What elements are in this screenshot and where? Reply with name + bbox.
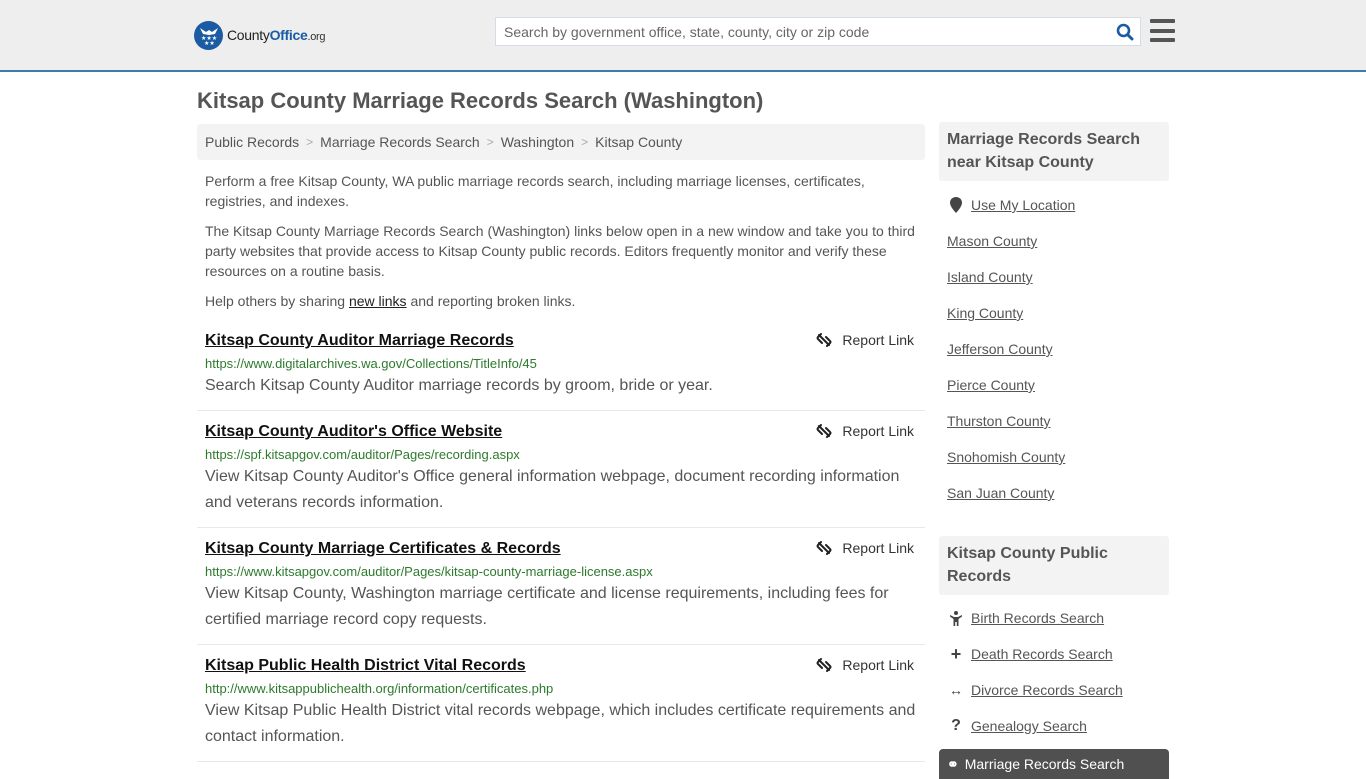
nearby-county-link[interactable]: King County xyxy=(947,305,1023,321)
search-input[interactable] xyxy=(496,18,1110,45)
map-pin-icon xyxy=(947,197,965,213)
new-links-link[interactable]: new links xyxy=(349,293,407,309)
nearby-county-item: Snohomish County xyxy=(947,439,1169,475)
nearby-county-item: Jefferson County xyxy=(947,331,1169,367)
nearby-county-item: Island County xyxy=(947,259,1169,295)
nearby-county-item: Mason County xyxy=(947,223,1169,259)
use-my-location-link[interactable]: Use My Location xyxy=(971,197,1075,213)
result-url: http://www.kitsappublichealth.org/inform… xyxy=(205,681,554,696)
result-description: View Kitsap County, Washington marriage … xyxy=(205,585,889,628)
results-list: Kitsap County Auditor Marriage Records h… xyxy=(197,328,925,762)
page-title: Kitsap County Marriage Records Search (W… xyxy=(197,88,764,113)
nearby-county-link[interactable]: San Juan County xyxy=(947,485,1054,501)
plus-icon: + xyxy=(950,643,962,664)
breadcrumb-item[interactable]: Kitsap County xyxy=(595,134,682,150)
public-records-item: ↔ Divorce Records Search xyxy=(947,672,1169,708)
breadcrumb-item[interactable]: Marriage Records Search xyxy=(320,134,480,150)
nearby-county-link[interactable]: Jefferson County xyxy=(947,341,1053,357)
nearby-county-link[interactable]: Island County xyxy=(947,269,1033,285)
result-url: https://www.kitsapgov.com/auditor/Pages/… xyxy=(205,564,653,579)
nearby-county-link[interactable]: Thurston County xyxy=(947,413,1051,429)
nearby-county-item: Pierce County xyxy=(947,367,1169,403)
site-header: ★★★ ★★ CountyOffice.org xyxy=(0,0,1366,72)
result-item: Kitsap Public Health District Vital Reco… xyxy=(197,645,925,762)
report-link-button[interactable]: Report Link xyxy=(816,423,914,439)
result-description: View Kitsap County Auditor's Office gene… xyxy=(205,468,900,511)
nearby-county-link[interactable]: Mason County xyxy=(947,233,1037,249)
menu-bar xyxy=(1150,38,1175,42)
search-icon xyxy=(1116,23,1134,40)
result-title-link[interactable]: Kitsap County Auditor Marriage Records xyxy=(205,331,514,351)
public-records-item: Birth Records Search xyxy=(947,600,1169,636)
public-records-panel: Kitsap County Public Records Birth Recor… xyxy=(939,536,1169,744)
broken-link-icon xyxy=(816,658,832,672)
result-title-link[interactable]: Kitsap County Marriage Certificates & Re… xyxy=(205,539,561,559)
intro-paragraph: Help others by sharing new links and rep… xyxy=(205,293,576,309)
result-title-link[interactable]: Kitsap Public Health District Vital Reco… xyxy=(205,656,526,676)
search-button[interactable] xyxy=(1110,18,1140,45)
intro-text: Perform a free Kitsap County, WA public … xyxy=(205,171,925,321)
breadcrumb: Public Records > Marriage Records Search… xyxy=(197,124,925,160)
result-title-link[interactable]: Kitsap County Auditor's Office Website xyxy=(205,422,502,442)
divorce-records-link[interactable]: Divorce Records Search xyxy=(971,682,1123,698)
result-description: View Kitsap Public Health District vital… xyxy=(205,702,916,745)
marriage-records-label: Marriage Records Search xyxy=(964,756,1125,772)
nearby-heading: Marriage Records Search near Kitsap Coun… xyxy=(939,122,1169,181)
site-logo[interactable]: ★★★ ★★ CountyOffice.org xyxy=(194,20,326,50)
breadcrumb-separator: > xyxy=(486,135,494,149)
result-url: https://spf.kitsapgov.com/auditor/Pages/… xyxy=(205,447,520,462)
report-link-button[interactable]: Report Link xyxy=(816,332,914,348)
result-item: Kitsap County Auditor's Office Website h… xyxy=(197,411,925,528)
breadcrumb-separator: > xyxy=(306,135,314,149)
marriage-records-active-item[interactable]: ⚭ Marriage Records Search xyxy=(939,749,1169,779)
intro-paragraph: Perform a free Kitsap County, WA public … xyxy=(205,173,865,209)
svg-text:★★: ★★ xyxy=(204,40,215,45)
nearby-county-item: King County xyxy=(947,295,1169,331)
result-description: Search Kitsap County Auditor marriage re… xyxy=(205,377,713,394)
nearby-county-link[interactable]: Snohomish County xyxy=(947,449,1065,465)
nearby-counties-panel: Marriage Records Search near Kitsap Coun… xyxy=(939,122,1169,511)
result-url: https://www.digitalarchives.wa.gov/Colle… xyxy=(205,356,537,371)
breadcrumb-item[interactable]: Washington xyxy=(501,134,574,150)
nearby-county-item: Thurston County xyxy=(947,403,1169,439)
public-records-item: ? Genealogy Search xyxy=(947,708,1169,744)
report-link-button[interactable]: Report Link xyxy=(816,540,914,556)
genealogy-search-link[interactable]: Genealogy Search xyxy=(971,718,1087,734)
child-icon xyxy=(947,610,965,626)
breadcrumb-item[interactable]: Public Records xyxy=(205,134,299,150)
report-link-button[interactable]: Report Link xyxy=(816,657,914,673)
breadcrumb-separator: > xyxy=(581,135,589,149)
broken-link-icon xyxy=(816,333,832,347)
broken-link-icon xyxy=(816,424,832,438)
death-records-link[interactable]: Death Records Search xyxy=(971,646,1113,662)
logo-text: CountyOffice.org xyxy=(227,27,326,43)
nearby-county-link[interactable]: Pierce County xyxy=(947,377,1035,393)
broken-link-icon xyxy=(816,541,832,555)
question-icon: ? xyxy=(951,717,961,734)
search-box xyxy=(495,17,1141,46)
eagle-logo-icon: ★★★ ★★ xyxy=(194,20,223,50)
use-location-item: Use My Location xyxy=(947,187,1169,223)
intro-paragraph: The Kitsap County Marriage Records Searc… xyxy=(205,223,915,279)
result-item: Kitsap County Marriage Certificates & Re… xyxy=(197,528,925,645)
public-records-heading: Kitsap County Public Records xyxy=(939,536,1169,595)
menu-bar xyxy=(1150,28,1175,33)
arrows-horizontal-icon: ↔ xyxy=(949,682,963,698)
marriage-icon: ⚭ xyxy=(947,755,959,772)
nearby-list: Use My Location Mason County Island Coun… xyxy=(939,187,1169,511)
result-item: Kitsap County Auditor Marriage Records h… xyxy=(197,328,925,411)
menu-bar xyxy=(1150,19,1175,23)
nearby-county-item: San Juan County xyxy=(947,475,1169,511)
public-records-list: Birth Records Search + Death Records Sea… xyxy=(939,600,1169,744)
hamburger-menu-button[interactable] xyxy=(1150,19,1175,42)
birth-records-link[interactable]: Birth Records Search xyxy=(971,610,1104,626)
public-records-item: + Death Records Search xyxy=(947,636,1169,672)
